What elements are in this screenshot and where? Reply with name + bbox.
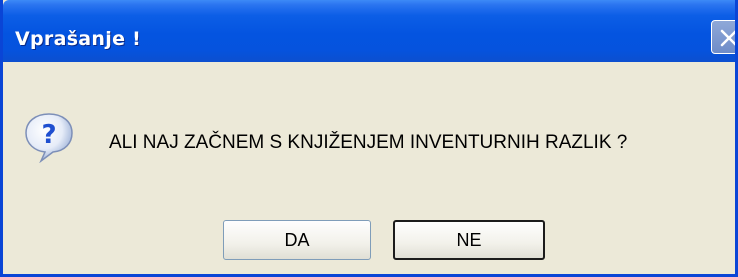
dialog-body: ? ALI NAJ ZAČNEM S KNJIŽENJEM INVENTURNI… xyxy=(3,62,735,274)
dialog-title: Vprašanje ! xyxy=(15,28,142,50)
yes-button[interactable]: DA xyxy=(223,220,371,260)
dialog-message: ALI NAJ ZAČNEM S KNJIŽENJEM INVENTURNIH … xyxy=(109,132,628,153)
dialog-window: Vprašanje ! ? ALI NAJ ZAČNEM S KNJIŽENJE… xyxy=(0,0,738,277)
no-button[interactable]: NE xyxy=(393,220,545,260)
title-bar[interactable]: Vprašanje ! xyxy=(3,0,735,62)
svg-text:?: ? xyxy=(41,120,56,150)
close-icon xyxy=(720,29,735,47)
yes-button-label: DA xyxy=(284,229,310,250)
no-button-label: NE xyxy=(456,229,482,250)
question-icon: ? xyxy=(25,113,73,163)
close-button[interactable] xyxy=(711,20,735,54)
